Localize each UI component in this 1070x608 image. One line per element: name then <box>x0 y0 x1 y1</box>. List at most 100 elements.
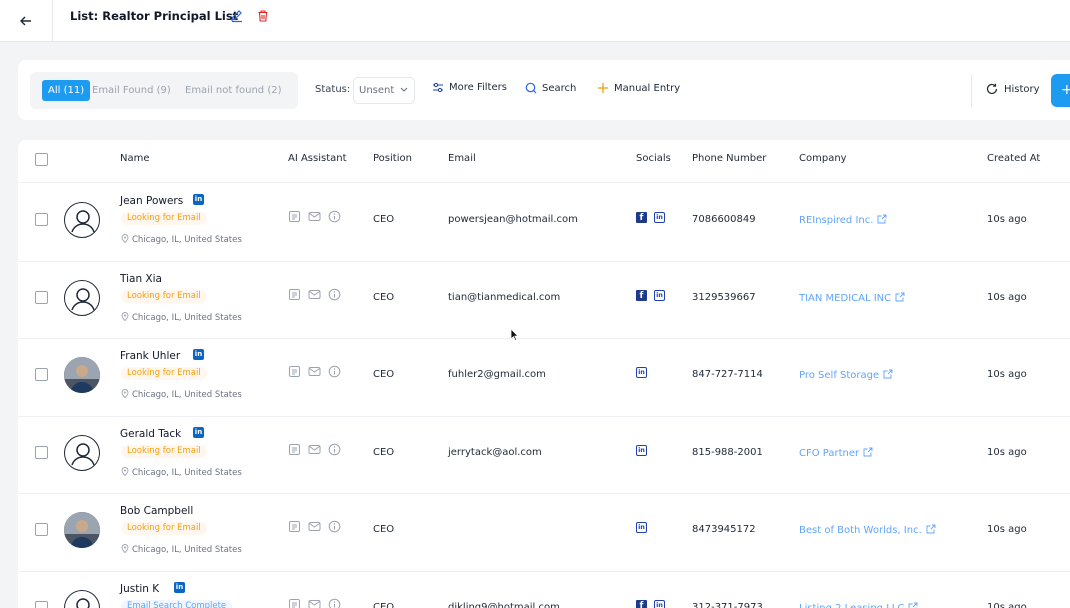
row-checkbox[interactable] <box>35 368 48 381</box>
header-divider <box>18 182 1070 183</box>
linkedin-icon[interactable]: in <box>193 194 204 205</box>
linkedin-icon[interactable]: in <box>636 367 647 378</box>
linkedin-icon[interactable]: in <box>636 444 647 456</box>
linkedin-icon[interactable]: in <box>636 522 647 533</box>
company-link[interactable]: REInspired Inc. <box>799 214 887 227</box>
mail-icon[interactable] <box>308 288 321 301</box>
notes-icon[interactable] <box>288 598 301 608</box>
manual-entry-button[interactable]: Manual Entry <box>597 82 680 94</box>
mail-icon[interactable] <box>308 210 321 223</box>
contact-name[interactable]: Tian Xia <box>120 273 162 285</box>
map-pin-icon <box>121 389 129 401</box>
linkedin-icon[interactable]: in <box>654 289 665 301</box>
search-button[interactable]: Search <box>525 82 576 94</box>
notes-icon[interactable] <box>288 365 301 378</box>
search-icon <box>525 82 537 94</box>
sliders-icon <box>433 82 443 93</box>
mail-icon[interactable] <box>308 365 321 378</box>
column-header-phone[interactable]: Phone Number <box>692 153 766 164</box>
column-header-company[interactable]: Company <box>799 153 847 164</box>
facebook-icon[interactable]: f <box>636 289 647 301</box>
position-cell: CEO <box>373 291 395 303</box>
edit-icon[interactable] <box>230 9 244 23</box>
created-at-cell: 10s ago <box>987 446 1027 458</box>
company-link[interactable]: Listing 2 Leasing LLC <box>799 602 918 608</box>
back-button[interactable] <box>0 0 53 42</box>
external-link-icon <box>863 447 873 460</box>
row-divider <box>18 338 1070 339</box>
location: Chicago, IL, United States <box>121 466 242 479</box>
linkedin-icon[interactable]: in <box>654 212 665 223</box>
created-at-cell: 10s ago <box>987 214 1027 225</box>
company-link[interactable]: CFO Partner <box>799 447 873 460</box>
linkedin-icon[interactable]: in <box>174 581 185 593</box>
row-divider <box>18 260 1070 262</box>
info-icon[interactable] <box>328 288 341 301</box>
linkedin-icon[interactable]: in <box>193 349 204 360</box>
more-filters-button[interactable]: More Filters <box>432 82 507 93</box>
row-checkbox[interactable] <box>35 290 48 304</box>
map-pin-icon <box>121 234 129 246</box>
history-button[interactable]: History <box>986 83 1040 95</box>
add-button[interactable]: + <box>1051 74 1070 107</box>
company-link[interactable]: Best of Both Worlds, Inc. <box>799 524 936 537</box>
email-cell: jerrytack@aol.com <box>448 446 542 458</box>
phone-cell: 815-988-2001 <box>692 446 763 458</box>
company-link[interactable]: TIAN MEDICAL INC <box>799 292 905 305</box>
external-link-icon <box>908 602 918 608</box>
row-checkbox[interactable] <box>35 600 48 608</box>
manual-entry-label: Manual Entry <box>614 82 681 94</box>
status-select[interactable]: Unsent <box>353 77 415 104</box>
info-icon[interactable] <box>328 598 341 608</box>
linkedin-icon[interactable]: in <box>193 426 204 438</box>
contact-name[interactable]: Gerald Tack <box>120 428 181 440</box>
info-icon[interactable] <box>328 210 341 223</box>
column-header-ai-assistant[interactable]: AI Assistant <box>288 153 347 164</box>
facebook-icon[interactable]: f <box>636 599 647 608</box>
column-header-created-at[interactable]: Created At <box>987 153 1040 164</box>
row-checkbox[interactable] <box>35 445 48 459</box>
position-cell: CEO <box>373 369 395 380</box>
column-header-socials[interactable]: Socials <box>636 153 671 164</box>
notes-icon[interactable] <box>288 210 301 223</box>
contact-name[interactable]: Frank Uhler <box>120 350 180 362</box>
company-name: REInspired Inc. <box>799 215 874 226</box>
mail-icon[interactable] <box>308 598 321 608</box>
info-icon[interactable] <box>328 443 341 456</box>
tab-email-not-found[interactable]: Email not found (2) <box>185 80 281 101</box>
notes-icon[interactable] <box>288 443 301 456</box>
row-checkbox[interactable] <box>35 213 48 226</box>
notes-icon[interactable] <box>288 288 301 301</box>
contact-name[interactable]: Jean Powers <box>120 195 183 207</box>
location-text: Chicago, IL, United States <box>132 312 242 323</box>
history-label: History <box>1004 83 1040 95</box>
status-label: Status: <box>315 84 351 95</box>
mail-icon[interactable] <box>308 520 321 533</box>
row-divider <box>18 493 1070 494</box>
tab-email-found[interactable]: Email Found (9) <box>92 80 171 101</box>
column-header-position[interactable]: Position <box>373 153 412 164</box>
row-divider <box>18 415 1070 417</box>
column-header-name[interactable]: Name <box>120 153 150 164</box>
column-header-email[interactable]: Email <box>448 153 476 164</box>
trash-icon[interactable] <box>256 9 270 23</box>
external-link-icon <box>883 369 893 382</box>
position-cell: CEO <box>373 214 395 225</box>
contact-name[interactable]: Justin K <box>120 583 159 595</box>
mail-icon[interactable] <box>308 443 321 456</box>
phone-cell: 847-727-7114 <box>692 369 763 380</box>
facebook-icon[interactable]: f <box>636 212 647 223</box>
phone-cell: 3129539667 <box>692 291 756 303</box>
notes-icon[interactable] <box>288 520 301 533</box>
contact-name[interactable]: Bob Campbell <box>120 505 193 517</box>
location: Chicago, IL, United States <box>121 389 242 401</box>
select-all-checkbox[interactable] <box>35 153 48 166</box>
linkedin-icon[interactable]: in <box>654 599 665 608</box>
info-icon[interactable] <box>328 365 341 378</box>
info-icon[interactable] <box>328 520 341 533</box>
email-filter-tabs: All (11) Email Found (9) Email not found… <box>30 72 298 109</box>
tab-all[interactable]: All (11) <box>42 80 91 101</box>
row-divider <box>18 570 1070 572</box>
row-checkbox[interactable] <box>35 523 48 536</box>
company-link[interactable]: Pro Self Storage <box>799 369 893 382</box>
